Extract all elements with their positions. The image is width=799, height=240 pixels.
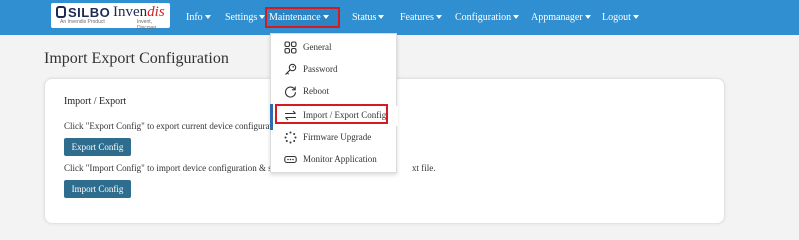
nav-maintenance[interactable]: Maintenance bbox=[265, 7, 340, 28]
dropdown-item-general[interactable]: General bbox=[271, 38, 398, 58]
dropdown-item-reboot[interactable]: Reboot bbox=[271, 82, 398, 102]
invendis-tagline: Invent, Discover bbox=[137, 19, 157, 31]
invendis-wordmark-accent: dis bbox=[147, 4, 165, 20]
caret-down-icon bbox=[435, 15, 442, 19]
caret-down-icon bbox=[378, 15, 385, 19]
silbo-logo: SILBO bbox=[56, 5, 110, 20]
caret-down-icon bbox=[513, 15, 520, 19]
export-config-button[interactable]: Export Config bbox=[64, 138, 131, 156]
export-instructions: Click "Export Config" to export current … bbox=[64, 121, 275, 131]
invendis-wordmark-main: Inven bbox=[113, 4, 148, 20]
silbo-wordmark: SILBO bbox=[68, 5, 111, 20]
nav-features-label: Features bbox=[400, 12, 434, 23]
brand-logo[interactable]: SILBO An Invendis Product Invendis Inven… bbox=[51, 3, 170, 31]
dropdown-item-monitor-application[interactable]: Monitor Application bbox=[271, 150, 398, 170]
nav-maintenance-label: Maintenance bbox=[269, 12, 321, 23]
card-heading: Import / Export bbox=[64, 96, 127, 107]
nav-settings-label: Settings bbox=[225, 12, 258, 23]
nav-logout[interactable]: Logout bbox=[602, 0, 639, 35]
nav-configuration-label: Configuration bbox=[455, 12, 512, 23]
nav-logout-label: Logout bbox=[602, 12, 631, 23]
nav-appmanager[interactable]: Appmanager bbox=[531, 0, 591, 35]
selected-item-indicator bbox=[270, 104, 273, 130]
grid-icon bbox=[284, 41, 297, 54]
selected-item-highlight bbox=[275, 104, 388, 124]
import-instructions: Click "Import Config" to import device c… bbox=[64, 163, 276, 173]
dotted-circle-icon bbox=[284, 131, 297, 144]
maintenance-dropdown: General Password Reboot Import / Export … bbox=[270, 33, 398, 173]
silbo-mark-icon bbox=[56, 6, 66, 18]
caret-down-icon bbox=[204, 15, 211, 19]
dropdown-item-label: Firmware Upgrade bbox=[303, 132, 372, 142]
page-title: Import Export Configuration bbox=[44, 50, 229, 67]
top-navbar: SILBO An Invendis Product Invendis Inven… bbox=[0, 0, 799, 35]
dropdown-item-label: Monitor Application bbox=[303, 154, 377, 164]
dropdown-item-label: Password bbox=[303, 64, 338, 74]
import-instructions-left: Click "Import Config" to import device c… bbox=[64, 163, 276, 173]
dropdown-item-label: Reboot bbox=[303, 86, 329, 96]
dropdown-item-password[interactable]: Password bbox=[271, 60, 398, 80]
key-icon bbox=[285, 63, 297, 75]
dropdown-item-label: General bbox=[303, 42, 332, 52]
import-config-button[interactable]: Import Config bbox=[64, 180, 131, 198]
nav-status-label: Status bbox=[352, 12, 377, 23]
nav-settings[interactable]: Settings bbox=[225, 0, 266, 35]
caret-down-icon bbox=[632, 15, 639, 19]
nav-status[interactable]: Status bbox=[352, 0, 385, 35]
caret-down-icon bbox=[322, 15, 329, 19]
nav-appmanager-label: Appmanager bbox=[531, 12, 583, 23]
monitor-icon bbox=[284, 155, 297, 164]
refresh-icon bbox=[284, 86, 297, 98]
import-instructions-tail: xt file. bbox=[412, 163, 436, 173]
silbo-subtitle: An Invendis Product bbox=[60, 19, 105, 25]
nav-info-label: Info bbox=[186, 12, 203, 23]
dropdown-item-firmware-upgrade[interactable]: Firmware Upgrade bbox=[271, 128, 398, 148]
nav-configuration[interactable]: Configuration bbox=[455, 0, 520, 35]
nav-features[interactable]: Features bbox=[400, 0, 442, 35]
caret-down-icon bbox=[584, 15, 591, 19]
nav-info[interactable]: Info bbox=[186, 0, 211, 35]
